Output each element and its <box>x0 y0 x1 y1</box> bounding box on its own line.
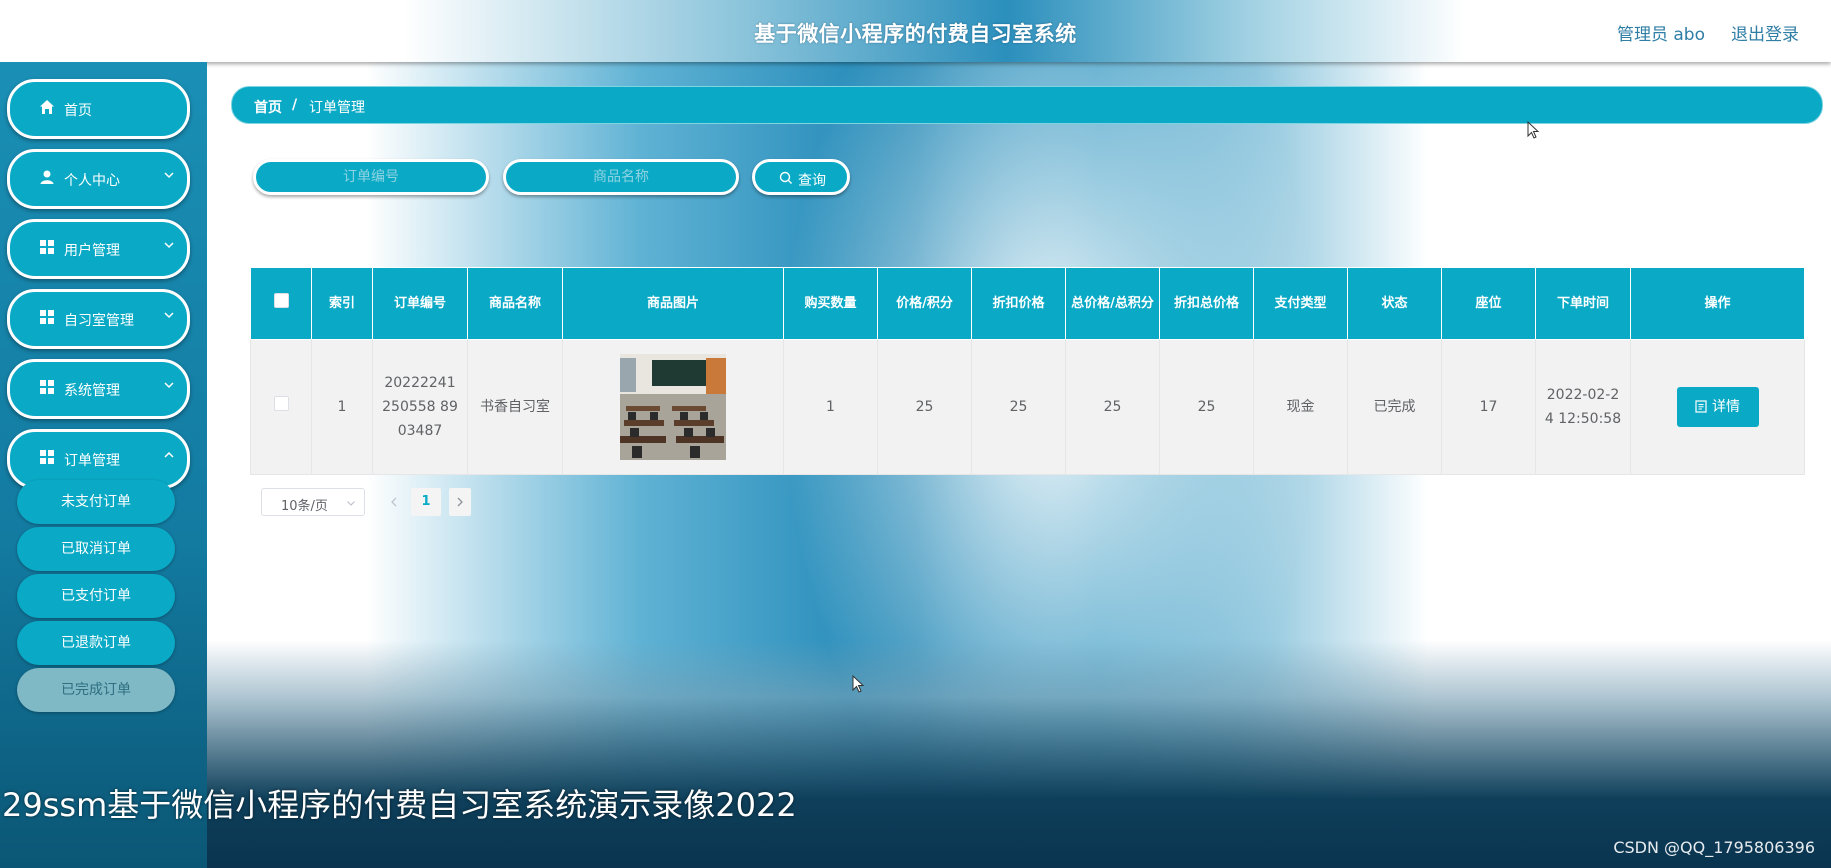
discount-total-cell: 25 <box>1159 339 1254 475</box>
page-size-select[interactable]: 10条/页 <box>261 488 365 516</box>
column-header: 操作 <box>1630 267 1805 340</box>
logout-link[interactable]: 退出登录 <box>1731 20 1799 45</box>
chevron-down-icon <box>164 382 174 389</box>
mouse-cursor-icon <box>1527 121 1540 139</box>
breadcrumb-current: 订单管理 <box>309 100 365 116</box>
product-image[interactable] <box>620 354 726 460</box>
grid-icon <box>40 450 54 464</box>
index-cell: 1 <box>311 339 373 475</box>
chevron-up-icon <box>164 451 174 458</box>
document-icon <box>1695 400 1707 413</box>
column-header: 购买数量 <box>783 267 878 340</box>
orders-table: 索引 订单编号 商品名称 商品图片 购买数量 价格/积分 折扣价格 总价格/总积… <box>250 267 1805 475</box>
prev-page-button[interactable] <box>386 488 402 516</box>
total-price-cell: 25 <box>1065 339 1160 475</box>
grid-icon <box>40 310 54 324</box>
sidebar-item-label: 首页 <box>64 103 92 119</box>
home-icon <box>40 100 54 114</box>
row-select-cell <box>250 339 312 475</box>
mouse-cursor-icon <box>852 675 865 693</box>
sidebar-item-label: 订单管理 <box>64 453 120 469</box>
discount-price-cell: 25 <box>971 339 1066 475</box>
background-fade <box>0 640 1831 868</box>
order-no-search-input[interactable] <box>253 159 489 195</box>
sidebar-item-system-management[interactable]: 系统管理 <box>7 359 190 419</box>
column-header: 下单时间 <box>1535 267 1631 340</box>
page-number[interactable]: 1 <box>411 488 441 516</box>
order-time-cell: 2022-02-24 12:50:58 <box>1535 339 1631 475</box>
next-page-button[interactable] <box>449 488 471 516</box>
pay-type-cell: 现金 <box>1253 339 1348 475</box>
search-button-label: 查询 <box>798 173 826 189</box>
sidebar-item-personal-center[interactable]: 个人中心 <box>7 149 190 209</box>
column-header: 总价格/总积分 <box>1065 267 1160 340</box>
sidebar: 首页 个人中心 用户管理 自习室管理 系统管理 订单管理 未支付订单 已取消订单… <box>0 62 207 868</box>
column-header: 价格/积分 <box>877 267 972 340</box>
quantity-cell: 1 <box>783 339 878 475</box>
sidebar-item-label: 个人中心 <box>64 173 120 189</box>
sidebar-item-home[interactable]: 首页 <box>7 79 190 139</box>
sidebar-item-study-room-management[interactable]: 自习室管理 <box>7 289 190 349</box>
csdn-watermark: CSDN @QQ_1795806396 <box>1613 838 1815 857</box>
breadcrumb-separator: / <box>292 97 298 113</box>
submenu-completed-orders[interactable]: 已完成订单 <box>17 668 175 712</box>
top-header: 基于微信小程序的付费自习室系统 管理员 abo 退出登录 <box>0 0 1831 62</box>
table-header-row: 索引 订单编号 商品名称 商品图片 购买数量 价格/积分 折扣价格 总价格/总积… <box>250 267 1805 340</box>
seat-cell: 17 <box>1441 339 1536 475</box>
column-header: 索引 <box>311 267 373 340</box>
grid-icon <box>40 240 54 254</box>
chevron-down-icon <box>164 312 174 319</box>
chevron-left-icon <box>391 497 397 507</box>
column-header: 商品名称 <box>467 267 563 340</box>
table-row: 1 20222241250558 8903487 书香自习室 1 25 25 2… <box>250 339 1805 475</box>
search-button[interactable]: 查询 <box>752 159 850 195</box>
admin-username: 管理员 abo <box>1616 25 1705 45</box>
user-icon <box>40 170 54 184</box>
grid-icon <box>40 380 54 394</box>
chevron-right-icon <box>457 497 463 507</box>
price-cell: 25 <box>877 339 972 475</box>
column-header: 支付类型 <box>1253 267 1348 340</box>
column-header: 座位 <box>1441 267 1536 340</box>
chevron-down-icon <box>347 501 355 506</box>
column-header: 订单编号 <box>372 267 468 340</box>
column-header: 状态 <box>1347 267 1442 340</box>
select-all-header <box>250 267 312 340</box>
sidebar-item-label: 自习室管理 <box>64 313 134 329</box>
search-icon <box>779 171 792 184</box>
submenu-cancelled-orders[interactable]: 已取消订单 <box>17 527 175 571</box>
status-cell: 已完成 <box>1347 339 1442 475</box>
column-header: 折扣总价格 <box>1159 267 1254 340</box>
detail-button-label: 详情 <box>1712 399 1740 415</box>
column-header: 折扣价格 <box>971 267 1066 340</box>
chevron-down-icon <box>164 172 174 179</box>
detail-button[interactable]: 详情 <box>1676 387 1759 427</box>
select-all-checkbox[interactable] <box>273 292 289 308</box>
row-checkbox[interactable] <box>273 396 289 411</box>
breadcrumb-home[interactable]: 首页 <box>254 97 282 117</box>
app-title: 基于微信小程序的付费自习室系统 <box>754 22 1077 46</box>
product-name-search-input[interactable] <box>503 159 739 195</box>
product-name-cell: 书香自习室 <box>467 339 563 475</box>
column-header: 商品图片 <box>562 267 784 340</box>
submenu-unpaid-orders[interactable]: 未支付订单 <box>17 480 175 524</box>
submenu-refunded-orders[interactable]: 已退款订单 <box>17 621 175 665</box>
sidebar-item-label: 用户管理 <box>64 243 120 259</box>
sidebar-item-user-management[interactable]: 用户管理 <box>7 219 190 279</box>
product-image-cell <box>562 339 784 475</box>
chevron-down-icon <box>164 242 174 249</box>
sidebar-item-label: 系统管理 <box>64 383 120 399</box>
order-no-cell: 20222241250558 8903487 <box>372 339 468 475</box>
video-caption: 29ssm基于微信小程序的付费自习室系统演示录像2022 <box>2 786 797 824</box>
page-size-label: 10条/页 <box>281 499 328 514</box>
action-cell: 详情 <box>1630 339 1805 475</box>
breadcrumb: 首页 / 订单管理 <box>231 86 1823 124</box>
submenu-paid-orders[interactable]: 已支付订单 <box>17 574 175 618</box>
